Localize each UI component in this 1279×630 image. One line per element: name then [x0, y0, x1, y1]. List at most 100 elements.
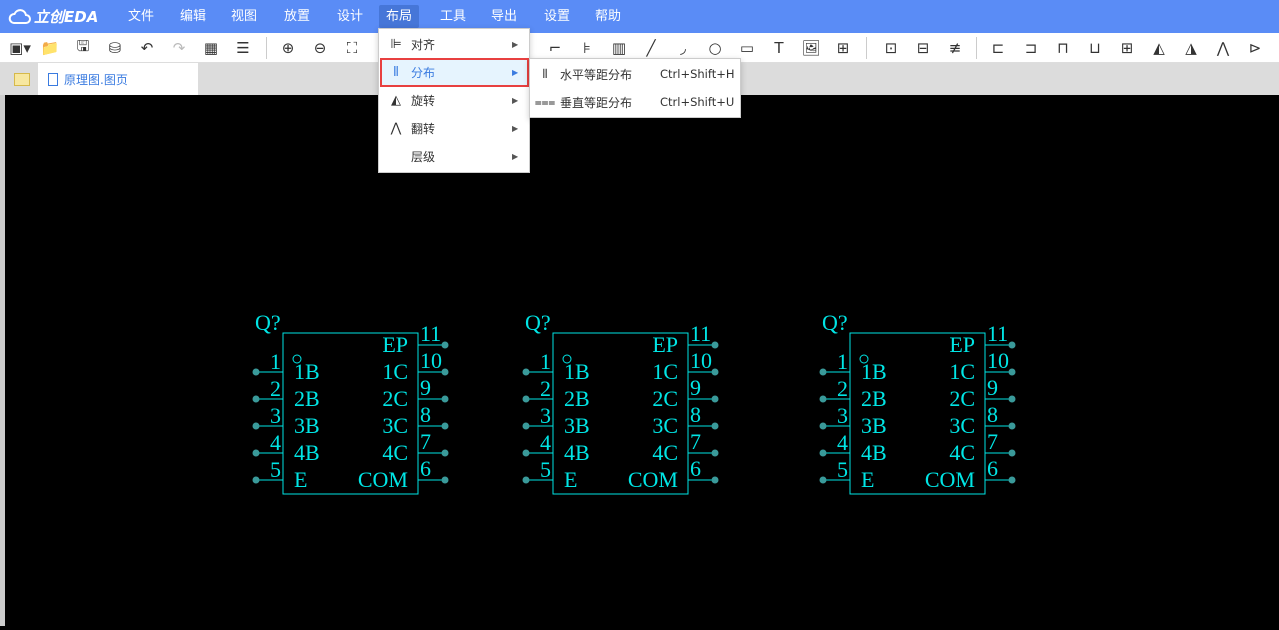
pin-number: 2	[270, 376, 281, 401]
align-right-button[interactable]: ⊐	[1020, 37, 1042, 59]
align-top-button[interactable]: ⊓	[1052, 37, 1074, 59]
menu-8[interactable]: 设置	[537, 5, 577, 28]
find-button[interactable]: ☰	[232, 37, 254, 59]
submenu-item-1[interactable]: ⩶ 垂直等距分布 Ctrl+Shift+U	[530, 88, 740, 116]
layout-menu-item-3[interactable]: ⋀ 翻转 ▶	[381, 115, 528, 142]
tab-schematic-page[interactable]: 原理图.图页	[38, 63, 198, 95]
pin-endpoint[interactable]	[441, 449, 449, 457]
bus-button[interactable]: ⊧	[576, 37, 598, 59]
component-button[interactable]: ▥	[608, 37, 630, 59]
pin-endpoint[interactable]	[522, 395, 530, 403]
pin-number: 7	[690, 429, 701, 454]
pin-endpoint[interactable]	[441, 368, 449, 376]
pin-endpoint[interactable]	[441, 341, 449, 349]
pin-endpoint[interactable]	[819, 395, 827, 403]
zoom-in-button[interactable]: ⊕	[277, 37, 299, 59]
pin-endpoint[interactable]	[819, 368, 827, 376]
grid-button[interactable]: ▦	[200, 37, 222, 59]
netlabel-button[interactable]: ⊡	[880, 37, 902, 59]
pin-endpoint[interactable]	[1008, 476, 1016, 484]
save-as-button[interactable]: ⛁	[104, 37, 126, 59]
line-button[interactable]: ╱	[640, 37, 662, 59]
circle-button[interactable]: ○	[704, 37, 726, 59]
image-button[interactable]: 🖼	[800, 37, 822, 59]
menu-4[interactable]: 设计	[330, 5, 370, 28]
menu-1[interactable]: 编辑	[173, 5, 213, 28]
pin-endpoint[interactable]	[819, 476, 827, 484]
table-button[interactable]: ⊞	[832, 37, 854, 59]
pin-endpoint[interactable]	[1008, 368, 1016, 376]
wire-icon: ⌐	[548, 39, 562, 57]
menu-0[interactable]: 文件	[121, 5, 161, 28]
pin-number: 8	[690, 402, 701, 427]
text-button[interactable]: T	[768, 37, 790, 59]
pin-endpoint[interactable]	[252, 422, 260, 430]
pin-endpoint[interactable]	[252, 395, 260, 403]
layout-menu-item-0[interactable]: ⊫ 对齐 ▶	[381, 31, 528, 58]
flip-vertical-button[interactable]: ⊳	[1244, 37, 1266, 59]
pin-endpoint[interactable]	[252, 368, 260, 376]
redo-button[interactable]: ↷	[168, 37, 190, 59]
pin-endpoint[interactable]	[711, 422, 719, 430]
layout-menu-item-2[interactable]: ◭ 旋转 ▶	[381, 87, 528, 114]
open-folder-button[interactable]: 📁	[39, 37, 61, 59]
pin-endpoint[interactable]	[711, 341, 719, 349]
netport-button[interactable]: ⊟	[912, 37, 934, 59]
open-folder-icon: 📁	[40, 39, 60, 57]
pin-endpoint[interactable]	[1008, 341, 1016, 349]
rotate-left-button[interactable]: ◭	[1148, 37, 1170, 59]
pin-endpoint[interactable]	[1008, 422, 1016, 430]
align-bottom-button[interactable]: ⊔	[1084, 37, 1106, 59]
align-icon: ⊫	[390, 37, 402, 52]
menu-5[interactable]: 布局	[379, 5, 420, 28]
pin-endpoint[interactable]	[711, 449, 719, 457]
pin-endpoint[interactable]	[441, 395, 449, 403]
fit-button[interactable]: ⛶	[341, 37, 363, 59]
schematic-canvas[interactable]: Q? 1 1B 2 2B 3 3B 4 4B 5 E 11 EP 10 1C 9 2C 8 3C 7 4C 6 COM Q? 1…	[5, 95, 1279, 626]
pin-name: 2B	[564, 386, 590, 411]
undo-button[interactable]: ↶	[136, 37, 158, 59]
component-symbol[interactable]: Q? 1 1B 2 2B 3 3B 4 4B 5 E 11 EP 10 1C 9 2C 8 3C 7 4C 6 COM	[522, 310, 719, 495]
pin-endpoint[interactable]	[1008, 449, 1016, 457]
pin-endpoint[interactable]	[522, 476, 530, 484]
menu-6[interactable]: 工具	[433, 5, 473, 28]
align-left-button[interactable]: ⊏	[987, 37, 1009, 59]
layout-menu-item-4[interactable]: 层级 ▶	[381, 143, 528, 170]
menu-9[interactable]: 帮助	[588, 5, 628, 28]
pin-endpoint[interactable]	[252, 476, 260, 484]
pin-number: 1	[270, 349, 281, 374]
rotate-icon: ◭	[391, 93, 401, 108]
pin-endpoint[interactable]	[252, 449, 260, 457]
pin-endpoint[interactable]	[711, 368, 719, 376]
folder-button[interactable]	[6, 63, 38, 95]
arc-button[interactable]: ◞	[672, 37, 694, 59]
tab-label: 原理图.图页	[64, 72, 128, 87]
pin-endpoint[interactable]	[1008, 395, 1016, 403]
menu-2[interactable]: 视图	[224, 5, 264, 28]
pin-endpoint[interactable]	[711, 395, 719, 403]
pin-endpoint[interactable]	[819, 449, 827, 457]
pin-endpoint[interactable]	[522, 368, 530, 376]
pin-endpoint[interactable]	[441, 476, 449, 484]
menu-7[interactable]: 导出	[484, 5, 524, 28]
zoom-out-button[interactable]: ⊖	[309, 37, 331, 59]
pin-endpoint[interactable]	[711, 476, 719, 484]
rotate-right-button[interactable]: ◮	[1180, 37, 1202, 59]
pin-endpoint[interactable]	[522, 449, 530, 457]
flip-horizontal-button[interactable]: ⋀	[1212, 37, 1234, 59]
save-button[interactable]: 🖫	[72, 37, 94, 59]
no-connect-button[interactable]: ≢	[944, 37, 966, 59]
menu-3[interactable]: 放置	[277, 5, 317, 28]
pin-endpoint[interactable]	[819, 422, 827, 430]
wire-button[interactable]: ⌐	[544, 37, 566, 59]
flip-vertical-icon: ⊳	[1248, 39, 1262, 57]
layout-menu-item-1[interactable]: ⫴ 分布 ▶	[380, 58, 529, 87]
submenu-item-0[interactable]: ⫴ 水平等距分布 Ctrl+Shift+H	[530, 60, 740, 88]
component-symbol[interactable]: Q? 1 1B 2 2B 3 3B 4 4B 5 E 11 EP 10 1C 9 2C 8 3C 7 4C 6 COM	[252, 310, 449, 495]
new-schematic-button[interactable]: ▣▾	[6, 37, 34, 59]
rectangle-button[interactable]: ▭	[736, 37, 758, 59]
align-center-button[interactable]: ⊞	[1116, 37, 1138, 59]
component-symbol[interactable]: Q? 1 1B 2 2B 3 3B 4 4B 5 E 11 EP 10 1C 9 2C 8 3C 7 4C 6 COM	[819, 310, 1016, 495]
pin-endpoint[interactable]	[522, 422, 530, 430]
pin-endpoint[interactable]	[441, 422, 449, 430]
